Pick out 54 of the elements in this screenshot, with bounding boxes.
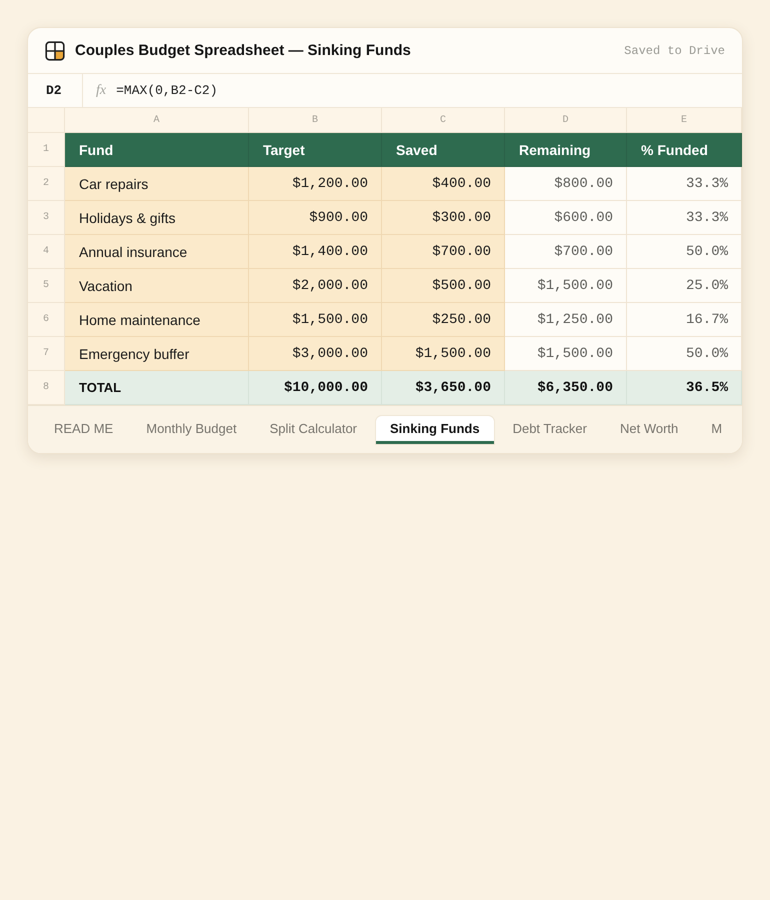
window-title: Couples Budget Spreadsheet — Sinking Funds <box>75 42 411 59</box>
table-cell[interactable]: $1,200.00 <box>249 167 382 201</box>
header-cell[interactable]: Target <box>249 133 382 167</box>
sheet-tab[interactable]: Net Worth <box>606 416 692 444</box>
table-cell[interactable]: Annual insurance <box>65 235 249 269</box>
table-cell[interactable]: $400.00 <box>382 167 505 201</box>
table-cell[interactable]: $700.00 <box>382 235 505 269</box>
table-cell[interactable]: 33.3% <box>627 201 742 235</box>
total-cell[interactable]: 36.5% <box>627 371 742 405</box>
sheet-tab[interactable]: READ ME <box>40 416 128 444</box>
formula-text: =MAX(0,B2-C2) <box>116 83 218 98</box>
table-cell[interactable]: Vacation <box>65 269 249 303</box>
table-cell[interactable]: $250.00 <box>382 303 505 337</box>
sheet-tab[interactable]: Sinking Funds <box>376 416 494 444</box>
table-cell[interactable]: 16.7% <box>627 303 742 337</box>
name-box[interactable]: D2 <box>28 74 83 107</box>
table-cell[interactable]: $700.00 <box>505 235 627 269</box>
formula-field[interactable]: fx =MAX(0,B2-C2) <box>83 74 742 107</box>
header-cell[interactable]: Saved <box>382 133 505 167</box>
header-cell[interactable]: Remaining <box>505 133 627 167</box>
table-cell[interactable]: 33.3% <box>627 167 742 201</box>
table-cell[interactable]: $2,000.00 <box>249 269 382 303</box>
table-cell[interactable]: Holidays & gifts <box>65 201 249 235</box>
table-cell[interactable]: $600.00 <box>505 201 627 235</box>
table-cell[interactable]: $1,500.00 <box>249 303 382 337</box>
table-cell[interactable]: $500.00 <box>382 269 505 303</box>
sheet-tab[interactable]: Debt Tracker <box>498 416 601 444</box>
table-cell[interactable]: $1,250.00 <box>505 303 627 337</box>
sheet-tab[interactable]: M <box>697 416 736 444</box>
total-cell[interactable]: TOTAL <box>65 371 249 405</box>
sheet-tab[interactable]: Monthly Budget <box>132 416 251 444</box>
table-cell[interactable]: $800.00 <box>505 167 627 201</box>
table-cell[interactable]: $1,500.00 <box>505 269 627 303</box>
table-cell[interactable]: 50.0% <box>627 337 742 371</box>
total-cell[interactable]: $3,650.00 <box>382 371 505 405</box>
table-cell[interactable]: Home maintenance <box>65 303 249 337</box>
table-cell[interactable]: Car repairs <box>65 167 249 201</box>
table-cell[interactable]: $300.00 <box>382 201 505 235</box>
table-cell[interactable]: Emergency buffer <box>65 337 249 371</box>
table-cell[interactable]: 25.0% <box>627 269 742 303</box>
fx-label: fx <box>96 82 106 98</box>
table-cell[interactable]: $3,000.00 <box>249 337 382 371</box>
table-cell[interactable]: $1,500.00 <box>505 337 627 371</box>
table-cell[interactable]: $900.00 <box>249 201 382 235</box>
header-cell[interactable]: % Funded <box>627 133 742 167</box>
sheet-tab[interactable]: Split Calculator <box>256 416 372 444</box>
table-cell[interactable]: $1,400.00 <box>249 235 382 269</box>
table-cell[interactable]: 50.0% <box>627 235 742 269</box>
header-cell[interactable]: Fund <box>65 133 249 167</box>
save-status: Saved to Drive <box>624 44 725 58</box>
total-cell[interactable]: $10,000.00 <box>249 371 382 405</box>
grid-icon <box>45 40 65 60</box>
table-cell[interactable]: $1,500.00 <box>382 337 505 371</box>
total-cell[interactable]: $6,350.00 <box>505 371 627 405</box>
